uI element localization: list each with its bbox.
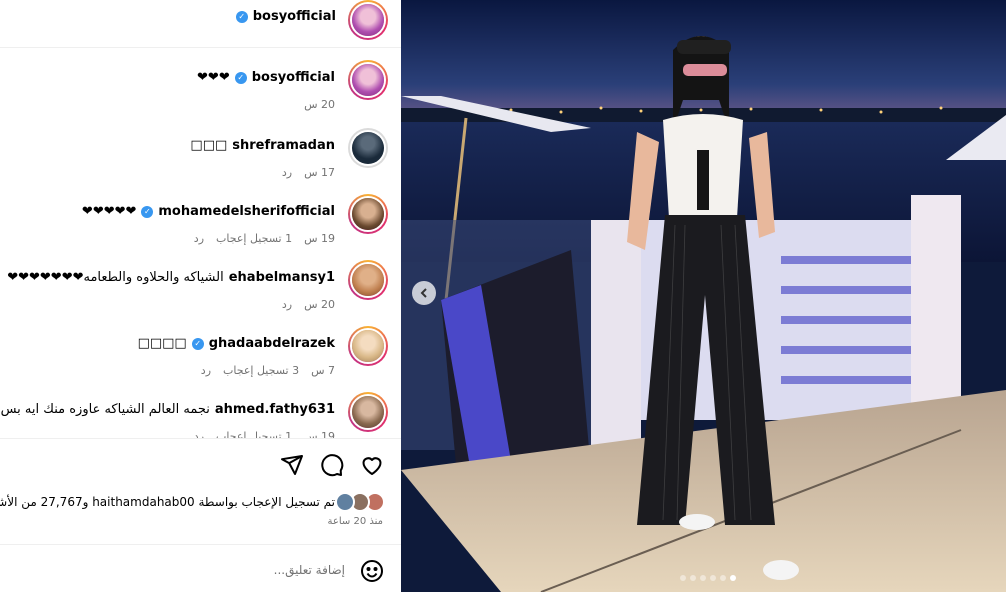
post-header: bosyofficial ✓ [0, 0, 401, 48]
photo-image [401, 0, 1006, 592]
carousel-prev-button[interactable] [412, 281, 436, 305]
reply-button[interactable]: رد [282, 298, 292, 311]
comment-time: 17 س [304, 166, 335, 179]
carousel-dot [720, 575, 726, 581]
verified-badge-icon: ✓ [234, 71, 247, 84]
share-button[interactable] [278, 451, 306, 479]
post-time[interactable]: منذ 20 ساعة [328, 516, 383, 527]
comment-time: 19 س [304, 232, 335, 245]
commenter-avatar[interactable] [348, 326, 388, 366]
liked-by-text[interactable]: تم تسجيل الإعجاب بواسطة haithamdahab00 و… [0, 495, 335, 509]
reply-button[interactable]: رد [194, 430, 204, 438]
comment-item: ehabelmansy1 الشياكه والحلاوه والطعامه❤❤… [0, 260, 401, 326]
reply-button[interactable]: رد [282, 166, 292, 179]
comment-time: 20 س [304, 298, 335, 311]
chevron-left-icon [420, 288, 427, 298]
verified-badge-icon: ✓ [235, 10, 248, 23]
comment-text: الشياكه والحلاوه والطعامه❤❤❤❤❤❤❤ [7, 270, 224, 285]
carousel-indicator [680, 575, 736, 581]
verified-badge-icon: ✓ [191, 337, 204, 350]
comment-item: shreframadan □□□ 17 س رد [0, 128, 401, 194]
author-username[interactable]: bosyofficial [253, 9, 336, 24]
comments-list[interactable]: bosyofficial ✓ ❤❤❤ 20 س shreframadan □□□… [0, 48, 401, 438]
paper-plane-icon [281, 455, 303, 475]
comment-text: نجمه العالم الشياكه عاوزه منك ايه بس ❤❤ [0, 402, 210, 417]
comment-likes[interactable]: 3 تسجيل إعجاب [223, 364, 299, 377]
comment-time: 20 س [304, 98, 335, 111]
speech-bubble-icon [321, 454, 344, 477]
comment-text: ❤❤❤❤❤ [81, 204, 137, 219]
commenter-avatar[interactable] [348, 194, 388, 234]
comment-username[interactable]: ghadaabdelrazek [209, 336, 335, 351]
add-comment-input[interactable] [45, 559, 345, 581]
commenter-avatar[interactable] [348, 60, 388, 100]
commenter-avatar[interactable] [348, 260, 388, 300]
comment-item: ahmed.fathy631 نجمه العالم الشياكه عاوزه… [0, 392, 401, 438]
post-sidebar: bosyofficial ✓ bosyofficial ✓ ❤❤❤ 20 س s… [0, 0, 401, 592]
author-avatar[interactable] [348, 0, 388, 40]
add-comment-bar [0, 544, 401, 592]
post-photo[interactable] [401, 0, 1006, 592]
comment-time: 19 س [304, 430, 335, 438]
comment-likes[interactable]: 1 تسجيل إعجاب [216, 232, 292, 245]
comment-item: mohamedelsherifofficial ✓ ❤❤❤❤❤ 19 س 1 ت… [0, 194, 401, 260]
carousel-dot [710, 575, 716, 581]
heart-icon [362, 457, 382, 475]
comment-username[interactable]: ahmed.fathy631 [215, 402, 335, 417]
comment-text: □□□□ [137, 336, 187, 351]
carousel-dot [690, 575, 696, 581]
comment-username[interactable]: shreframadan [232, 138, 335, 153]
divider [0, 438, 401, 439]
comment-button[interactable] [318, 451, 346, 479]
liker-avatar [335, 492, 355, 512]
likes-summary[interactable]: تم تسجيل الإعجاب بواسطة haithamdahab00 و… [0, 492, 401, 514]
comment-item: bosyofficial ✓ ❤❤❤ 20 س [0, 60, 401, 126]
commenter-avatar[interactable] [348, 392, 388, 432]
post-actions [0, 449, 401, 481]
carousel-dot-active [730, 575, 736, 581]
reply-button[interactable]: رد [201, 364, 211, 377]
comment-item: ghadaabdelrazek ✓ □□□□ 7 س 3 تسجيل إعجاب… [0, 326, 401, 392]
comment-time: 7 س [311, 364, 335, 377]
comment-username[interactable]: ehabelmansy1 [229, 270, 335, 285]
comment-text: □□□ [190, 138, 228, 153]
like-button[interactable] [358, 451, 386, 479]
comment-likes[interactable]: 1 تسجيل إعجاب [216, 430, 292, 438]
carousel-dot [680, 575, 686, 581]
carousel-dot [700, 575, 706, 581]
commenter-avatar[interactable] [348, 128, 388, 168]
reply-button[interactable]: رد [194, 232, 204, 245]
comment-text: ❤❤❤ [197, 70, 230, 85]
comment-username[interactable]: mohamedelsherifofficial [158, 204, 335, 219]
smiley-icon[interactable] [360, 559, 384, 583]
verified-badge-icon: ✓ [141, 205, 154, 218]
comment-username[interactable]: bosyofficial [252, 70, 335, 85]
